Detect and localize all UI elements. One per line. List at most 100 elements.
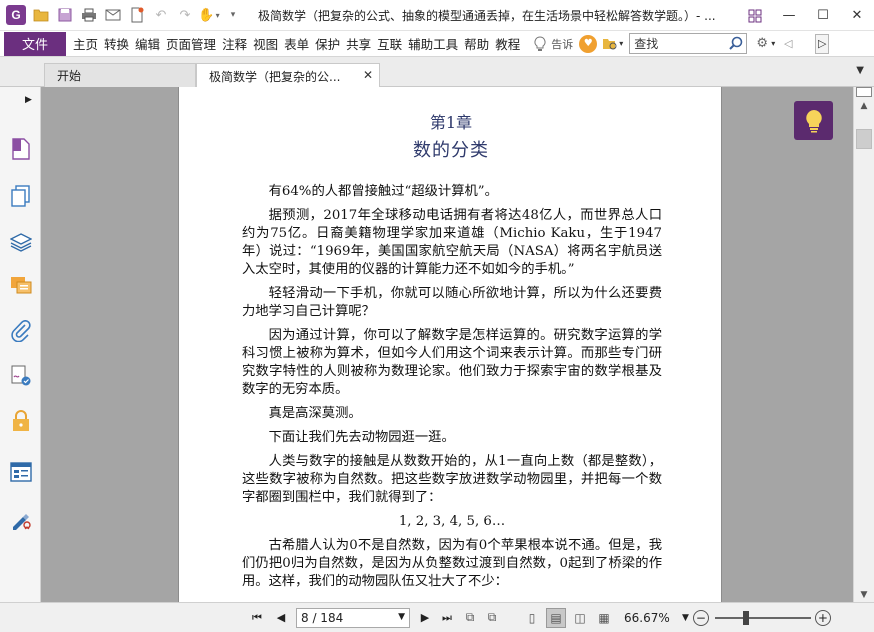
next-page-icon[interactable]: ▶ [416, 609, 434, 627]
security-lock-icon[interactable] [9, 409, 33, 433]
search-folder-icon[interactable] [601, 35, 619, 53]
lightbulb-icon[interactable] [531, 35, 549, 53]
menu-help[interactable]: 帮助 [461, 34, 492, 53]
chapter-number: 第1章 [429, 113, 473, 132]
settings-dropdown[interactable]: ▾ [771, 39, 775, 48]
search-input[interactable]: 查找 [629, 33, 748, 54]
menu-connect[interactable]: 互联 [374, 34, 405, 53]
first-page-icon[interactable]: ⏮ [248, 609, 266, 627]
pdf-page: 第1章 数的分类 有64%的人都曾接触过“超级计算机”。 据预测，2017年全球… [178, 87, 722, 602]
menu-bar: 文件 主页 转换 编辑 页面管理 注释 视图 表单 保护 共享 互联 辅助工具 … [0, 31, 874, 57]
number-sequence: 1, 2, 3, 4, 5, 6… [398, 514, 506, 529]
comments-icon[interactable] [9, 274, 33, 298]
paragraph: 轻轻滑动一下手机，你就可以随心所欲地计算，所以为什么还要费力地学习自己计算呢？ [242, 286, 662, 319]
menu-tutorial[interactable]: 教程 [492, 34, 523, 53]
zoom-slider[interactable] [714, 610, 811, 626]
menu-view[interactable]: 视图 [250, 34, 281, 53]
tips-lightbulb-button[interactable] [794, 101, 833, 140]
print-icon[interactable] [80, 6, 98, 24]
next-view-icon[interactable]: ⧉ [482, 608, 502, 628]
pages-panel-icon[interactable] [9, 184, 33, 208]
page-dropdown-icon[interactable]: ▼ [398, 612, 405, 622]
single-page-view-icon[interactable]: ▯ [522, 608, 542, 628]
scroll-down-arrow[interactable]: ▼ [854, 588, 874, 602]
paragraph: 古希腊人认为0不是自然数，因为有0个苹果根本说不通。但是，我们仍把0归为自然数，… [242, 538, 662, 589]
tell-me-label[interactable]: 告诉 [551, 36, 573, 52]
last-page-icon[interactable]: ⏭ [438, 609, 456, 627]
scrollbar-thumb[interactable] [856, 129, 872, 149]
paragraph: 有64%的人都曾接触过“超级计算机”。 [268, 184, 498, 199]
search-options-dropdown[interactable]: ▾ [619, 39, 623, 48]
paragraph: 据预测，2017年全球移动电话拥有者将达48亿人，而世界总人口约为75亿。日裔美… [242, 208, 662, 277]
minimize-button[interactable]: — [772, 0, 806, 31]
undo-icon[interactable]: ↶ [152, 6, 170, 24]
hand-tool-icon[interactable]: ✋ ▾ [198, 6, 219, 24]
tab-document[interactable]: 极简数学（把复杂的公... ✕ [196, 63, 380, 88]
menu-convert[interactable]: 转换 [101, 34, 132, 53]
attachment-paperclip-icon[interactable] [9, 319, 33, 343]
paragraph: 下面让我们先去动物园逛一逛。 [268, 430, 455, 445]
zoom-dropdown-icon[interactable]: ▼ [682, 613, 689, 623]
navigation-sidebar: ▶ [0, 87, 45, 602]
continuous-view-icon[interactable]: ▤ [546, 607, 566, 628]
zoom-out-icon[interactable]: − [692, 609, 709, 626]
previous-page-icon[interactable]: ◀ [272, 609, 290, 627]
tab-start-label: 开始 [57, 69, 82, 83]
feedback-heart-icon[interactable]: ♥ [579, 34, 598, 53]
zoom-slider-handle[interactable] [742, 610, 749, 625]
window-title: 极简数学（把复杂的公式、抽象的模型通通丢掉，在生活场景中轻松解答数学题。）- .… [258, 8, 716, 23]
signature-panel-icon[interactable] [9, 364, 33, 388]
file-menu-button[interactable]: 文件 [4, 31, 66, 56]
app-logo-icon[interactable]: G [6, 5, 26, 25]
layers-icon[interactable] [9, 230, 33, 254]
lightbulb-icon [805, 109, 822, 132]
tab-document-label: 极简数学（把复杂的公... [209, 69, 341, 84]
fill-sign-icon[interactable] [9, 507, 33, 531]
menu-protect[interactable]: 保护 [312, 34, 343, 53]
document-viewport[interactable]: 第1章 数的分类 有64%的人都曾接触过“超级计算机”。 据预测，2017年全球… [41, 87, 853, 602]
paragraph: 因为通过计算，你可以了解数字是怎样运算的。研究数字运算的学科习惯上被称为算术，但… [242, 328, 662, 397]
email-icon[interactable] [104, 6, 122, 24]
menu-accessibility[interactable]: 辅助工具 [405, 34, 461, 53]
form-fields-icon[interactable] [9, 460, 33, 484]
paragraph: 人类与数字的接触是从数数开始的，从1一直向上数（都是整数），这些数字被称为自然数… [242, 454, 662, 505]
tab-start[interactable]: 开始 [44, 63, 196, 87]
menu-share[interactable]: 共享 [343, 34, 374, 53]
title-bar: G ↶ ↷ ✋ ▾ ▾ 极简数学（把复杂的公式、抽象的模型通通丢掉，在生活场景中轻… [0, 0, 874, 31]
customize-dropdown-icon[interactable]: ▾ [224, 6, 242, 24]
status-bar: ⏮ ◀ 8 / 184 ▼ ▶ ⏭ ⧉ ⧉ ▯ ▤ ◫ ▦ 66.67% ▼ −… [0, 602, 874, 632]
app-restore-icon[interactable] [738, 0, 772, 31]
menu-comment[interactable]: 注释 [219, 34, 250, 53]
ribbon-scroll-right-icon[interactable]: ▷ [815, 33, 830, 54]
paragraph: 真是高深莫测。 [268, 406, 362, 421]
continuous-facing-view-icon[interactable]: ▦ [594, 608, 614, 628]
document-tab-bar: 开始 极简数学（把复杂的公... ✕ ▼ [0, 57, 874, 88]
menu-page-management[interactable]: 页面管理 [163, 34, 219, 53]
scroll-up-arrow[interactable]: ▲ [854, 99, 874, 113]
new-document-icon[interactable] [128, 6, 146, 24]
menu-home[interactable]: 主页 [70, 34, 101, 53]
page-number-input[interactable]: 8 / 184 ▼ [296, 607, 410, 628]
search-icon[interactable] [728, 35, 744, 51]
vertical-scrollbar[interactable]: ▲ ▼ [853, 87, 874, 602]
scrollbar-split-marker[interactable] [856, 87, 872, 97]
ribbon-scroll-left-icon[interactable]: ◁ [781, 34, 795, 54]
sidebar-expand-icon[interactable]: ▶ [25, 95, 32, 105]
menu-edit[interactable]: 编辑 [132, 34, 163, 53]
redo-icon[interactable]: ↷ [176, 6, 194, 24]
settings-gear-icon[interactable]: ⚙ [753, 35, 771, 53]
zoom-level[interactable]: 66.67% [624, 611, 680, 625]
close-button[interactable]: ✕ [840, 0, 874, 31]
page-thumbnail-icon[interactable] [9, 137, 33, 161]
open-folder-icon[interactable] [32, 6, 50, 24]
facing-view-icon[interactable]: ◫ [570, 608, 590, 628]
tab-close-icon[interactable]: ✕ [363, 68, 373, 82]
tab-list-dropdown-icon[interactable]: ▼ [856, 65, 864, 76]
menu-form[interactable]: 表单 [281, 34, 312, 53]
page-body-text: 有64%的人都曾接触过“超级计算机”。 据预测，2017年全球移动电话拥有者将达… [242, 183, 662, 597]
search-placeholder: 查找 [634, 37, 659, 51]
previous-view-icon[interactable]: ⧉ [460, 608, 480, 628]
maximize-button[interactable]: ☐ [806, 0, 840, 31]
zoom-in-icon[interactable]: + [814, 609, 831, 626]
save-icon[interactable] [56, 6, 74, 24]
